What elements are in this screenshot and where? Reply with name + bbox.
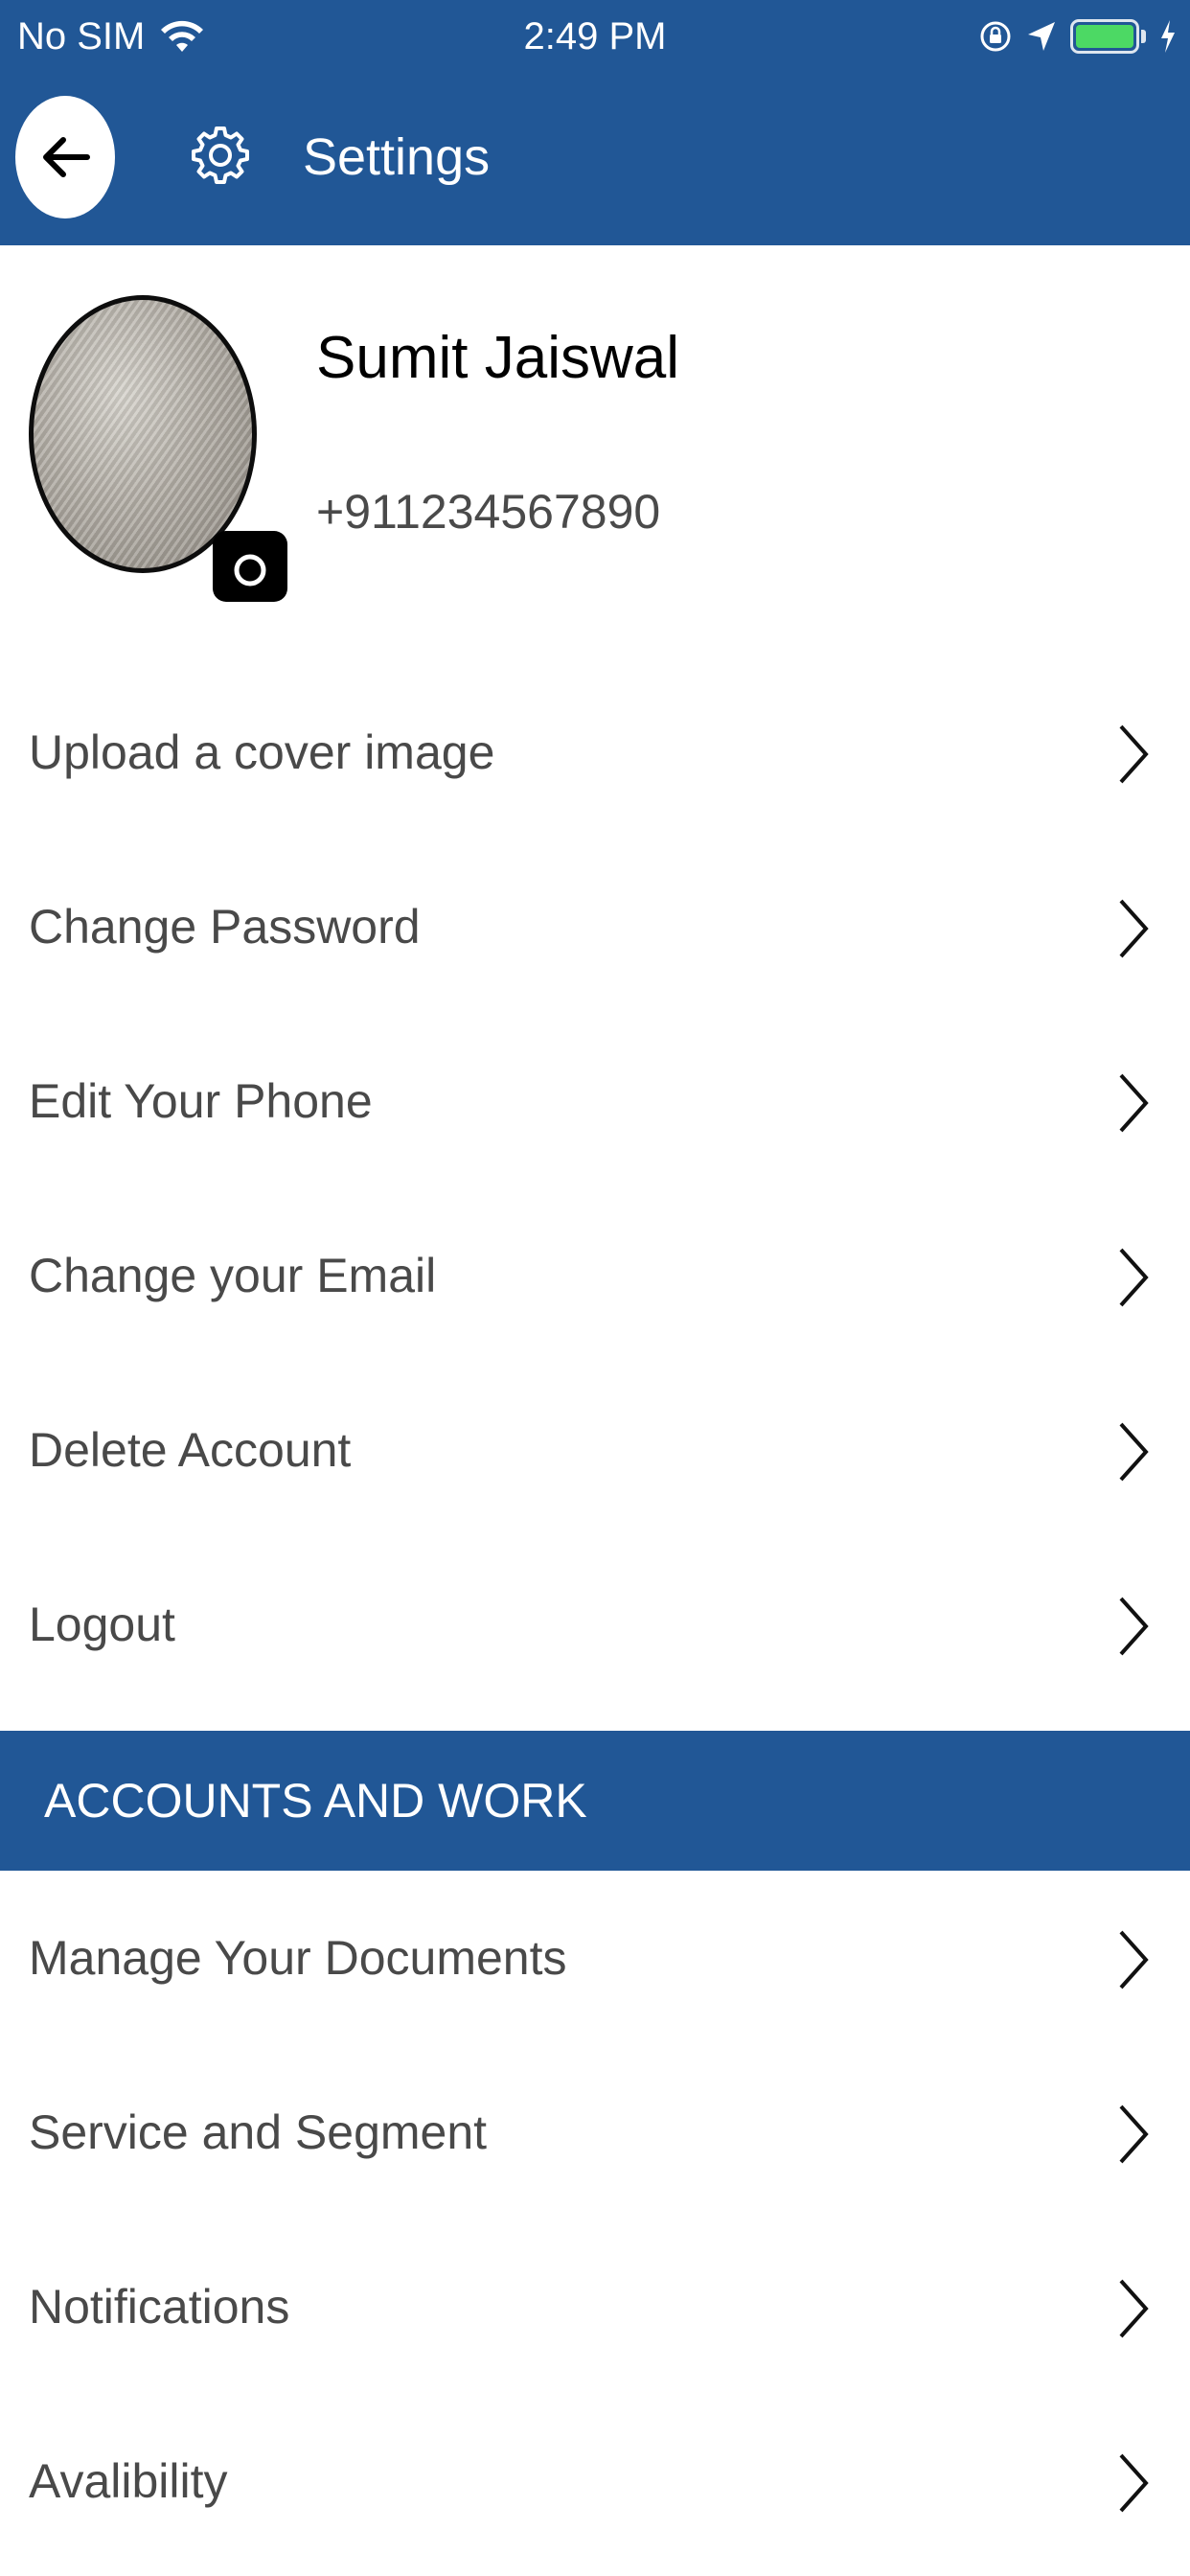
section-header-accounts-and-work: ACCOUNTS AND WORK <box>0 1731 1190 1871</box>
chevron-right-icon <box>1119 1073 1149 1133</box>
menu-item-label: Change Password <box>29 900 421 954</box>
battery-icon <box>1070 19 1139 54</box>
menu-item-label: Change your Email <box>29 1249 437 1302</box>
chevron-right-icon <box>1119 724 1149 784</box>
menu-item-label: Service and Segment <box>29 2105 488 2159</box>
menu-item-change-email[interactable]: Change your Email <box>0 1188 1190 1363</box>
location-arrow-icon <box>1028 22 1055 51</box>
chevron-right-icon <box>1119 2104 1149 2164</box>
gear-icon <box>192 126 249 184</box>
chevron-right-icon <box>1119 2279 1149 2338</box>
chevron-right-icon <box>1119 1422 1149 1482</box>
battery-level <box>1076 25 1133 48</box>
menu-item-notifications[interactable]: Notifications <box>0 2220 1190 2394</box>
app-header: No SIM 2:49 PM Settings <box>0 0 1190 245</box>
menu-item-logout[interactable]: Logout <box>0 1537 1190 1712</box>
charging-bolt-icon <box>1161 20 1175 53</box>
chevron-right-icon <box>1119 1597 1149 1656</box>
camera-icon <box>222 544 278 590</box>
chevron-right-icon <box>1119 899 1149 958</box>
menu-item-upload-cover-image[interactable]: Upload a cover image <box>0 665 1190 840</box>
menu-item-change-password[interactable]: Change Password <box>0 840 1190 1014</box>
account-menu: Upload a cover image Change Password Edi… <box>0 665 1190 1712</box>
chevron-right-icon <box>1119 1930 1149 1990</box>
accounts-menu: Manage Your Documents Service and Segmen… <box>0 1871 1190 2568</box>
chevron-right-icon <box>1119 1248 1149 1307</box>
back-button[interactable] <box>15 96 115 218</box>
section-title: ACCOUNTS AND WORK <box>44 1774 587 1828</box>
page-title: Settings <box>303 128 491 186</box>
menu-item-label: Delete Account <box>29 1423 352 1477</box>
status-bar: No SIM 2:49 PM <box>0 0 1190 73</box>
menu-item-service-and-segment[interactable]: Service and Segment <box>0 2045 1190 2220</box>
menu-item-label: Edit Your Phone <box>29 1074 373 1128</box>
chevron-right-icon <box>1119 2453 1149 2513</box>
menu-item-label: Logout <box>29 1598 175 1651</box>
menu-item-delete-account[interactable]: Delete Account <box>0 1363 1190 1537</box>
menu-item-manage-documents[interactable]: Manage Your Documents <box>0 1871 1190 2045</box>
profile-name: Sumit Jaiswal <box>316 325 679 391</box>
menu-item-label: Manage Your Documents <box>29 1931 567 1985</box>
navigation-bar: Settings <box>0 88 1190 230</box>
battery-cap <box>1141 30 1146 43</box>
menu-item-label: Upload a cover image <box>29 725 495 779</box>
arrow-left-icon <box>43 137 90 177</box>
menu-item-label: Notifications <box>29 2280 290 2334</box>
change-photo-button[interactable] <box>213 531 287 602</box>
status-right <box>978 13 1177 59</box>
profile-phone: +911234567890 <box>316 485 661 539</box>
menu-item-label: Avalibility <box>29 2454 228 2508</box>
orientation-lock-icon <box>980 21 1011 52</box>
menu-item-edit-phone[interactable]: Edit Your Phone <box>0 1014 1190 1188</box>
menu-item-availability[interactable]: Avalibility <box>0 2394 1190 2568</box>
profile-section: Sumit Jaiswal +911234567890 <box>0 245 1190 629</box>
